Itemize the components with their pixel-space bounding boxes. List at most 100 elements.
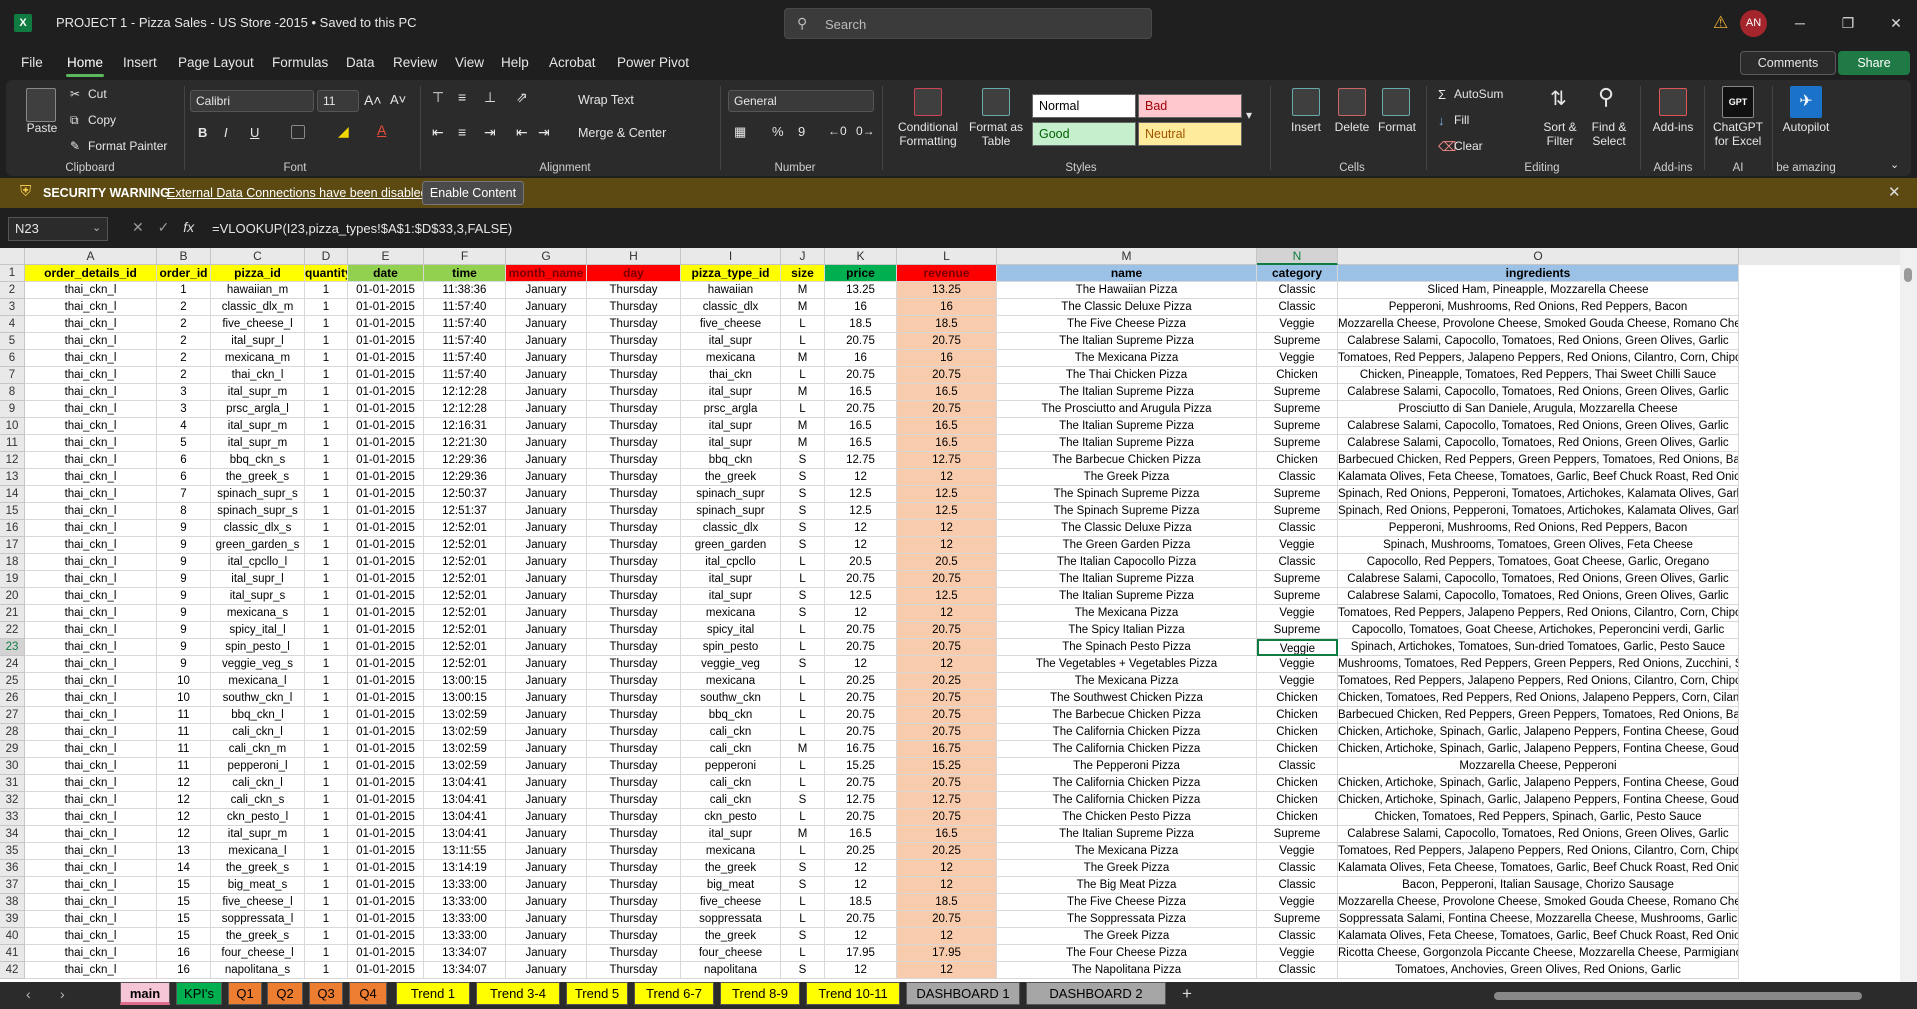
cell[interactable]: 12:16:31 [424, 418, 506, 435]
cell[interactable]: S [781, 469, 825, 486]
cell[interactable]: 2 [157, 350, 211, 367]
tab-insert[interactable]: Insert [123, 55, 157, 70]
cell[interactable]: 12 [897, 469, 997, 486]
cell[interactable]: ckn_pesto [681, 809, 781, 826]
cell[interactable]: 12 [897, 537, 997, 554]
cell[interactable]: 20.75 [825, 911, 897, 928]
cell[interactable]: 16 [897, 350, 997, 367]
cell[interactable]: 1 [305, 571, 348, 588]
cell[interactable]: 01-01-2015 [348, 673, 424, 690]
cell[interactable]: 13:00:15 [424, 673, 506, 690]
row-header[interactable]: 8 [0, 384, 25, 401]
cell[interactable]: 1 [305, 656, 348, 673]
cell[interactable]: January [506, 894, 587, 911]
cell[interactable]: Chicken [1257, 707, 1338, 724]
enter-icon[interactable]: ✓ [158, 219, 170, 235]
cell[interactable]: the_greek [681, 860, 781, 877]
cell[interactable]: S [781, 588, 825, 605]
column-title[interactable]: ingredients [1338, 265, 1739, 282]
cell[interactable]: The Spicy Italian Pizza [997, 622, 1257, 639]
cell[interactable]: Veggie [1257, 350, 1338, 367]
cell[interactable]: 16.5 [897, 826, 997, 843]
cell[interactable]: 2 [157, 316, 211, 333]
tab-file[interactable]: File [21, 55, 43, 70]
cell[interactable]: Supreme [1257, 911, 1338, 928]
search-input[interactable]: ⚲ Search [784, 8, 1152, 39]
cell[interactable]: 16.5 [897, 435, 997, 452]
cell[interactable]: Thursday [587, 350, 681, 367]
row-header[interactable]: 12 [0, 452, 25, 469]
column-header-d[interactable]: D [305, 248, 348, 265]
cell[interactable]: 1 [305, 673, 348, 690]
cell[interactable]: 12.75 [897, 792, 997, 809]
cell[interactable]: 1 [305, 758, 348, 775]
cell[interactable]: 1 [305, 282, 348, 299]
cell[interactable]: thai_ckn [681, 367, 781, 384]
cell[interactable]: 12 [825, 520, 897, 537]
cell[interactable]: 13:11:55 [424, 843, 506, 860]
cell[interactable]: 13:00:15 [424, 690, 506, 707]
wrap-text-button[interactable]: Wrap Text [578, 93, 634, 107]
cell[interactable]: bbq_ckn [681, 452, 781, 469]
column-title[interactable]: size [781, 265, 825, 282]
cell[interactable]: pepperoni_l [211, 758, 305, 775]
cell[interactable]: 1 [305, 316, 348, 333]
cell[interactable]: January [506, 639, 587, 656]
align-middle-icon[interactable]: ≡ [458, 89, 466, 105]
cell[interactable]: Sliced Ham, Pineapple, Mozzarella Cheese [1338, 282, 1739, 299]
cell[interactable]: The Spinach Supreme Pizza [997, 503, 1257, 520]
cell[interactable]: The Italian Supreme Pizza [997, 418, 1257, 435]
cell[interactable]: 12:50:37 [424, 486, 506, 503]
cell[interactable]: January [506, 911, 587, 928]
cell[interactable]: 20.75 [825, 775, 897, 792]
cell[interactable]: mexicana [681, 350, 781, 367]
tab-data[interactable]: Data [346, 55, 375, 70]
cell[interactable]: Thursday [587, 809, 681, 826]
row-header[interactable]: 31 [0, 775, 25, 792]
cell[interactable]: 1 [305, 554, 348, 571]
cell[interactable]: Barbecued Chicken, Red Peppers, Green Pe… [1338, 707, 1739, 724]
cell[interactable]: Classic [1257, 299, 1338, 316]
cell[interactable]: 01-01-2015 [348, 622, 424, 639]
cell[interactable]: Spinach, Red Onions, Pepperoni, Tomatoes… [1338, 486, 1739, 503]
cell[interactable]: S [781, 792, 825, 809]
cell[interactable]: Chicken, Pineapple, Tomatoes, Red Pepper… [1338, 367, 1739, 384]
cell[interactable]: 13:02:59 [424, 724, 506, 741]
cell[interactable]: 12 [825, 928, 897, 945]
cell[interactable]: 01-01-2015 [348, 826, 424, 843]
row-header[interactable]: 40 [0, 928, 25, 945]
cell[interactable]: cali_ckn [681, 724, 781, 741]
cell[interactable]: Calabrese Salami, Capocollo, Tomatoes, R… [1338, 826, 1739, 843]
cell[interactable]: L [781, 333, 825, 350]
comma-style-icon[interactable]: 9 [798, 124, 805, 139]
cell[interactable]: Chicken, Tomatoes, Red Peppers, Spinach,… [1338, 809, 1739, 826]
row-header[interactable]: 34 [0, 826, 25, 843]
sheet-tab-main[interactable]: main [120, 982, 170, 1005]
cell[interactable]: Classic [1257, 469, 1338, 486]
column-title[interactable]: revenue [897, 265, 997, 282]
cell[interactable]: Thursday [587, 418, 681, 435]
cell[interactable]: 01-01-2015 [348, 843, 424, 860]
column-header-e[interactable]: E [348, 248, 424, 265]
cell[interactable]: 12:52:01 [424, 571, 506, 588]
cell[interactable]: 01-01-2015 [348, 367, 424, 384]
cell[interactable]: Tomatoes, Red Peppers, Jalapeno Peppers,… [1338, 843, 1739, 860]
cell[interactable]: Calabrese Salami, Capocollo, Tomatoes, R… [1338, 384, 1739, 401]
cell[interactable]: Supreme [1257, 571, 1338, 588]
cell[interactable]: Calabrese Salami, Capocollo, Tomatoes, R… [1338, 571, 1739, 588]
format-cells-button[interactable]: Format [1374, 120, 1420, 134]
cell[interactable]: Thursday [587, 724, 681, 741]
cell[interactable]: 12:52:01 [424, 520, 506, 537]
cell[interactable]: The Mexicana Pizza [997, 843, 1257, 860]
cell[interactable]: Classic [1257, 877, 1338, 894]
cell[interactable]: Thursday [587, 826, 681, 843]
cell[interactable]: thai_ckn_l [25, 605, 157, 622]
cell[interactable]: 13:34:07 [424, 945, 506, 962]
cell[interactable]: Pepperoni, Mushrooms, Red Onions, Red Pe… [1338, 299, 1739, 316]
column-title[interactable]: day [587, 265, 681, 282]
cell[interactable]: The Soppressata Pizza [997, 911, 1257, 928]
cell[interactable]: The California Chicken Pizza [997, 775, 1257, 792]
cell[interactable]: bbq_ckn_s [211, 452, 305, 469]
cell[interactable]: The Napolitana Pizza [997, 962, 1257, 979]
cell[interactable]: 11 [157, 724, 211, 741]
